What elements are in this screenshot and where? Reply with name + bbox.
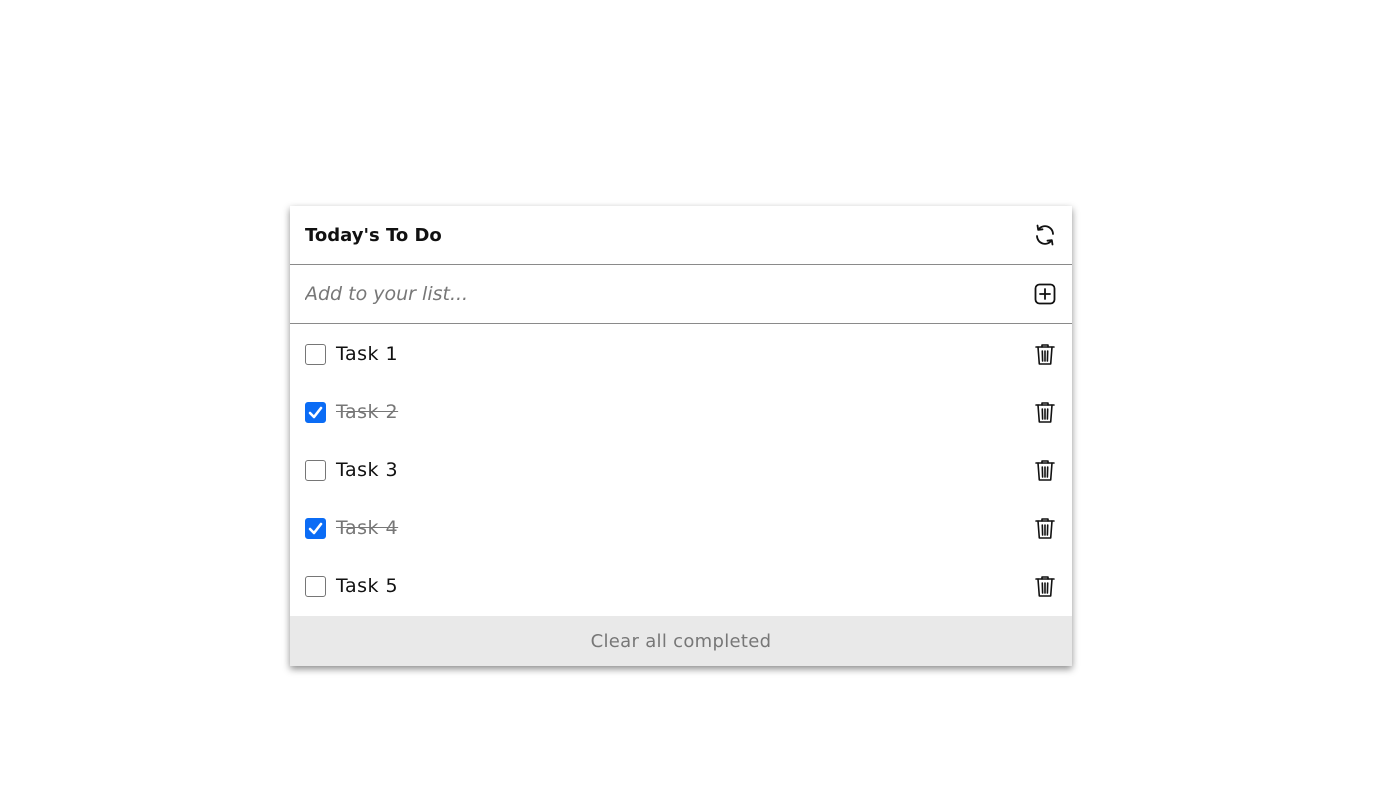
todo-card: Today's To Do Task 1 T [290, 206, 1072, 666]
trash-icon[interactable] [1032, 457, 1058, 483]
trash-icon[interactable] [1032, 399, 1058, 425]
task-label: Task 1 [336, 343, 399, 365]
task-label: Task 2 [336, 401, 399, 423]
list-item: Task 2 [290, 383, 1072, 441]
add-task-input[interactable] [305, 283, 1032, 305]
page-title: Today's To Do [305, 224, 442, 246]
trash-icon[interactable] [1032, 515, 1058, 541]
clear-completed-button[interactable]: Clear all completed [290, 616, 1072, 666]
task-label: Task 5 [336, 575, 399, 597]
task-checkbox[interactable] [305, 401, 326, 423]
todo-header: Today's To Do [290, 206, 1072, 265]
task-checkbox[interactable] [305, 343, 326, 365]
list-item: Task 1 [290, 325, 1072, 383]
refresh-icon[interactable] [1032, 222, 1058, 248]
plus-square-icon[interactable] [1032, 281, 1058, 307]
task-checkbox[interactable] [305, 575, 326, 597]
task-label: Task 3 [336, 459, 399, 481]
task-label: Task 4 [336, 517, 399, 539]
task-checkbox[interactable] [305, 517, 326, 539]
add-task-row [290, 265, 1072, 324]
task-checkbox[interactable] [305, 459, 326, 481]
list-item: Task 3 [290, 441, 1072, 499]
list-item: Task 4 [290, 499, 1072, 557]
task-list: Task 1 Task 2 Task 3 Task 4 Task 5 [290, 324, 1072, 615]
trash-icon[interactable] [1032, 573, 1058, 599]
list-item: Task 5 [290, 557, 1072, 615]
trash-icon[interactable] [1032, 341, 1058, 367]
